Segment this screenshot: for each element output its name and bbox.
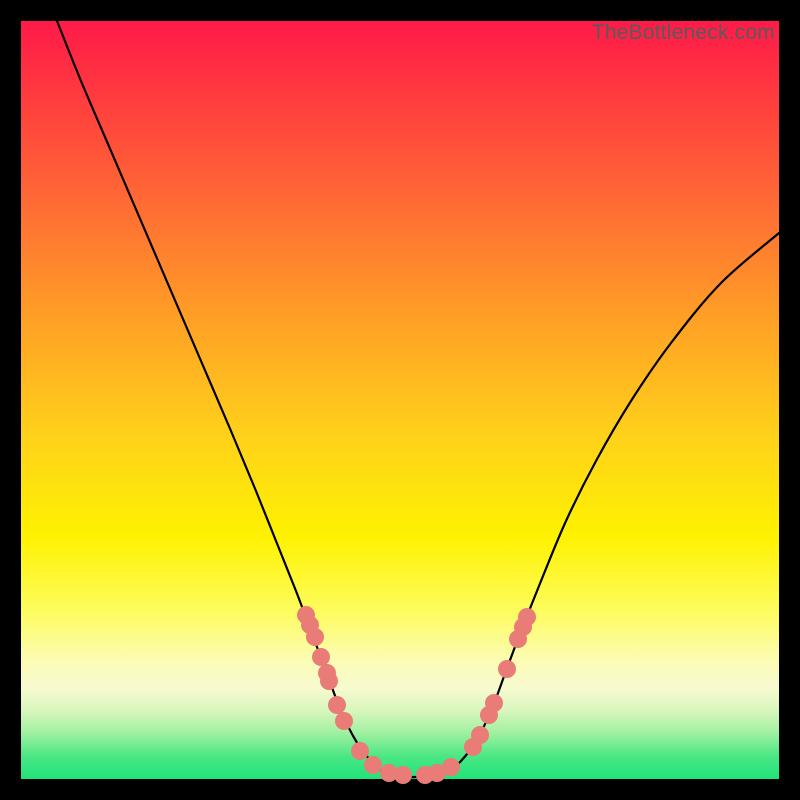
data-point-dot <box>328 696 346 714</box>
data-point-dot <box>351 742 369 760</box>
data-point-dot <box>471 726 489 744</box>
data-point-dot <box>364 756 382 774</box>
data-point-dot <box>335 712 353 730</box>
data-point-dot <box>498 660 516 678</box>
data-point-dot <box>485 694 503 712</box>
data-point-dot <box>312 648 330 666</box>
data-point-dot <box>320 672 338 690</box>
chart-svg <box>21 21 779 779</box>
chart-frame: TheBottleneck.com <box>0 0 800 800</box>
data-point-dot <box>306 628 324 646</box>
data-point-dot <box>394 766 412 784</box>
chart-plot-area: TheBottleneck.com <box>21 21 779 779</box>
left-dot-cluster <box>297 606 412 784</box>
data-point-dot <box>518 608 536 626</box>
bottleneck-curve <box>57 21 779 777</box>
data-point-dot <box>442 758 460 776</box>
right-dot-cluster <box>416 608 536 784</box>
